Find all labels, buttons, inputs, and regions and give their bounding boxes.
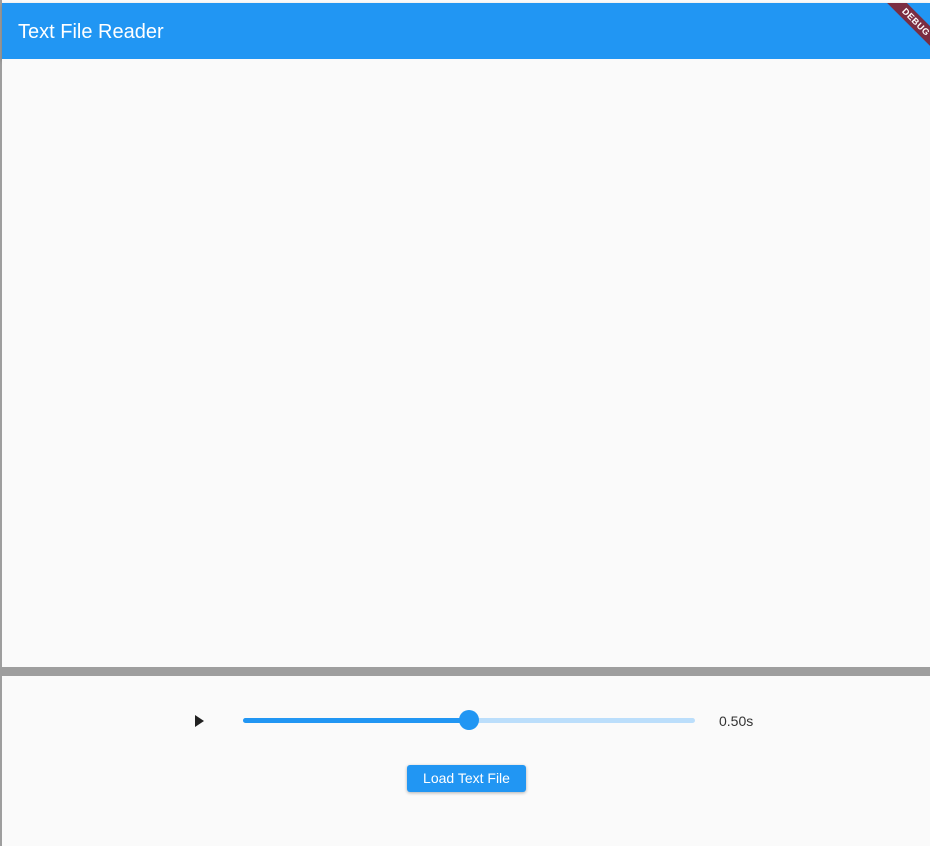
slider-track: [243, 710, 695, 730]
load-text-file-button[interactable]: Load Text File: [407, 765, 526, 792]
speed-slider[interactable]: [240, 710, 700, 732]
playback-controls: 0.50s Load Text File: [2, 676, 930, 846]
slider-fill: [243, 718, 469, 723]
slider-thumb[interactable]: [459, 710, 479, 730]
text-content-area: [2, 59, 930, 667]
play-icon: [195, 715, 204, 727]
app-title: Text File Reader: [18, 21, 164, 43]
speed-value-label: 0.50s: [719, 713, 754, 729]
content-divider: [2, 667, 930, 676]
play-button[interactable]: [186, 708, 212, 734]
debug-banner: DEBUG: [868, 3, 930, 59]
app-bar: Text File Reader DEBUG: [2, 3, 930, 59]
